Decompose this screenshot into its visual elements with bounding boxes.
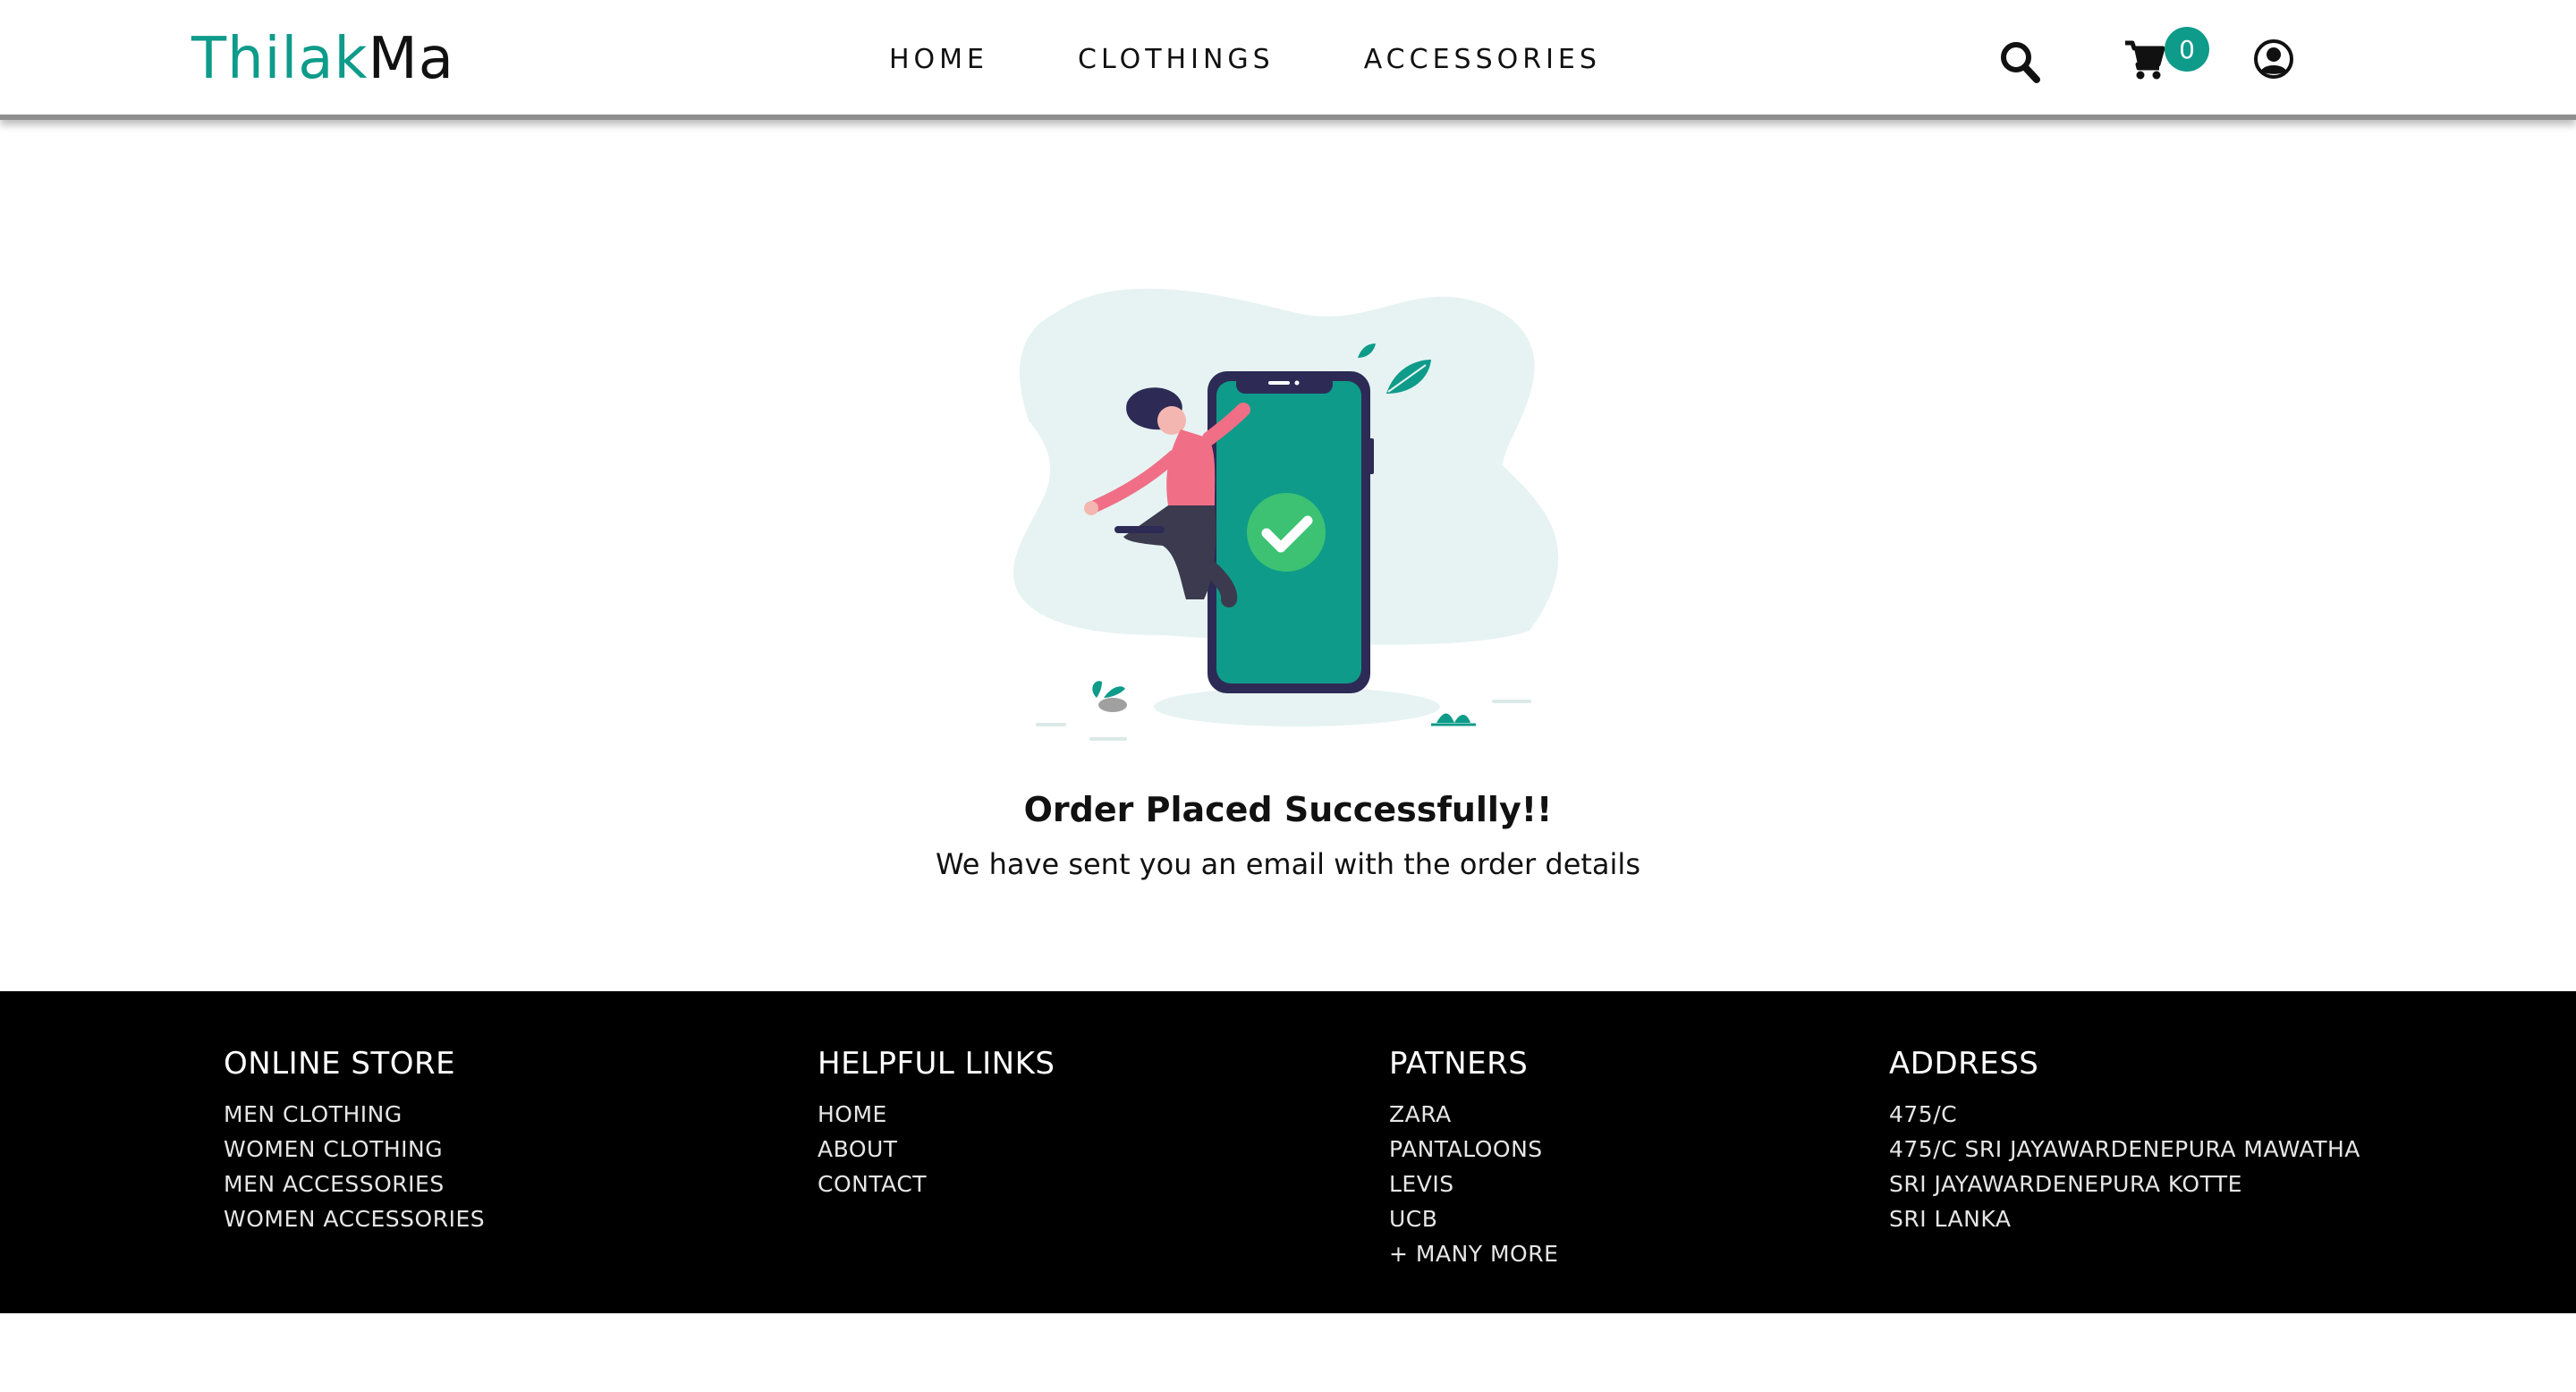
address-line-4: SRI LANKA xyxy=(1889,1206,2012,1232)
footer-heading-helpful-links: HELPFUL LINKS xyxy=(818,1046,1055,1082)
user-circle-icon[interactable] xyxy=(2252,38,2295,84)
footer-link-women-accessories[interactable]: WOMEN ACCESSORIES xyxy=(224,1201,485,1236)
footer-link-men-accessories[interactable]: MEN ACCESSORIES xyxy=(224,1167,485,1201)
plant-decoration xyxy=(1092,681,1102,698)
footer-column-partners: PATNERS ZARA PANTALOONS LEVIS UCB + MANY… xyxy=(1389,1043,1558,1271)
footer-link-pantaloons[interactable]: PANTALOONS xyxy=(1389,1132,1558,1167)
nav-icon-group: 0 xyxy=(0,27,2576,95)
footer-link-many-more[interactable]: + MANY MORE xyxy=(1389,1236,1558,1271)
address-line-2: 475/C SRI JAYAWARDENEPURA MAWATHA xyxy=(1889,1136,2360,1162)
cart-count-badge[interactable]: 0 xyxy=(2165,27,2209,72)
footer-column-helpful-links: HELPFUL LINKS HOME ABOUT CONTACT xyxy=(818,1043,1055,1201)
top-navbar: ThilakMa HOME CLOTHINGS ACCESSORIES 0 xyxy=(0,0,2576,120)
order-success-illustration xyxy=(1002,277,1574,751)
footer-column-online-store: ONLINE STORE MEN CLOTHING WOMEN CLOTHING… xyxy=(224,1043,485,1236)
footer-column-address: ADDRESS 475/C 475/C SRI JAYAWARDENEPURA … xyxy=(1889,1043,2360,1236)
footer-heading-address: ADDRESS xyxy=(1889,1046,2039,1082)
footer-link-contact[interactable]: CONTACT xyxy=(818,1167,1055,1201)
footer-link-zara[interactable]: ZARA xyxy=(1389,1097,1558,1132)
check-circle-icon xyxy=(1247,493,1326,572)
footer-link-men-clothing[interactable]: MEN CLOTHING xyxy=(224,1097,485,1132)
address-line-3: SRI JAYAWARDENEPURA KOTTE xyxy=(1889,1171,2242,1197)
address-line-1: 475/C xyxy=(1889,1101,1958,1127)
footer-heading-partners: PATNERS xyxy=(1389,1046,1529,1082)
order-success-subtitle: We have sent you an email with the order… xyxy=(936,847,1640,881)
search-icon[interactable] xyxy=(1998,39,2041,88)
footer-link-women-clothing[interactable]: WOMEN CLOTHING xyxy=(224,1132,485,1167)
site-footer: ONLINE STORE MEN CLOTHING WOMEN CLOTHING… xyxy=(0,991,2576,1313)
footer-link-about[interactable]: ABOUT xyxy=(818,1132,1055,1167)
footer-link-levis[interactable]: LEVIS xyxy=(1389,1167,1558,1201)
footer-link-home[interactable]: HOME xyxy=(818,1097,1055,1132)
order-success-title: Order Placed Successfully!! xyxy=(1023,790,1553,829)
cart-icon[interactable] xyxy=(2123,39,2166,84)
footer-heading-online-store: ONLINE STORE xyxy=(224,1046,456,1082)
footer-link-ucb[interactable]: UCB xyxy=(1389,1201,1558,1236)
